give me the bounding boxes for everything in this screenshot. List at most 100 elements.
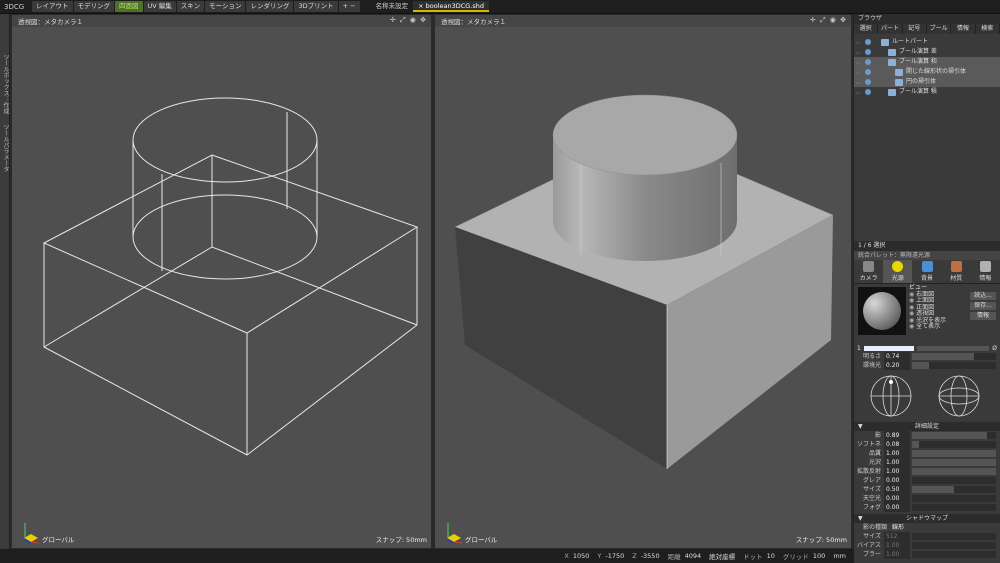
mode-tab-1[interactable]: モデリング (73, 1, 114, 12)
tool-parameter-label[interactable]: ツールパラメータ (1, 124, 10, 172)
snap-label[interactable]: スナップ: 50mm (796, 534, 847, 544)
tree-item[interactable]: ◡ ルートパート (854, 37, 1000, 47)
detail-slider[interactable] (912, 441, 996, 448)
brightness-row[interactable]: 明るさ 0.74 (854, 352, 1000, 361)
detail-row[interactable]: 光沢 1.00 (854, 458, 1000, 467)
render-dot-icon[interactable] (865, 89, 871, 95)
detail-value[interactable]: 1.00 (884, 458, 910, 467)
detail-value[interactable]: 0.00 (884, 476, 910, 485)
shadow-value[interactable]: 1.00 (884, 550, 910, 559)
tree-item[interactable]: ◡ 開じた線形状の掃引体 (854, 67, 1000, 77)
palette-tab-2[interactable]: 背景 (912, 260, 941, 283)
detail-value[interactable]: 0.00 (884, 494, 910, 503)
remove-color-icon[interactable]: Ø (992, 345, 997, 352)
coordinate-mode-label[interactable]: グローバル (42, 534, 74, 544)
palette-tab-4[interactable]: 情報 (971, 260, 1000, 283)
detail-value[interactable]: 1.00 (884, 467, 910, 476)
palette-tab-3[interactable]: 材質 (942, 260, 971, 283)
shadow-row[interactable]: サイズ 512 (854, 532, 1000, 541)
wireframe-viewport[interactable]: 透視図：メタカメラ１ ✛ ⤢ ◉ ✥ グローバル スナップ: 50mm (11, 14, 432, 549)
browser-tab-1[interactable]: パート (878, 24, 903, 34)
detail-row[interactable]: サイズ 0.50 (854, 485, 1000, 494)
light-direction-globe-icon[interactable] (854, 370, 1000, 422)
detail-row[interactable]: 品質 1.00 (854, 449, 1000, 458)
detail-value[interactable]: 1.00 (884, 449, 910, 458)
detail-slider[interactable] (912, 477, 996, 484)
render-dot-icon[interactable] (865, 59, 871, 65)
tree-item[interactable]: ◡ ブール演算 積 (854, 87, 1000, 97)
detail-row[interactable]: グレア 0.00 (854, 476, 1000, 485)
detail-row[interactable]: ソフトネス 0.08 (854, 440, 1000, 457)
load-button[interactable]: 読込... (970, 292, 996, 300)
absolute-coord-toggle[interactable]: 絶対座標 (709, 551, 735, 561)
detail-value[interactable]: 0.00 (884, 503, 910, 512)
mode-tab-5[interactable]: モーション (205, 1, 246, 12)
browser-tab-0[interactable]: 選択 (854, 24, 879, 34)
visibility-eye-icon[interactable]: ◡ (854, 77, 862, 87)
visibility-eye-icon[interactable]: ◡ (854, 37, 862, 47)
detail-slider[interactable] (912, 468, 996, 475)
dot-value[interactable]: 10 (767, 552, 775, 560)
detail-slider[interactable] (912, 432, 996, 439)
snap-label[interactable]: スナップ: 50mm (376, 534, 427, 544)
shadow-row[interactable]: バイアス 1.00 (854, 541, 1000, 550)
detail-value[interactable]: 0.50 (884, 485, 910, 494)
palette-tab-0[interactable]: カメラ (854, 260, 883, 283)
grid-value[interactable]: 100 (813, 552, 825, 560)
brightness-value[interactable]: 0.74 (884, 352, 910, 361)
light-preview[interactable] (858, 287, 906, 335)
browser-tab-2[interactable]: 記号 (903, 24, 927, 34)
mode-tab-0[interactable]: レイアウト (32, 1, 73, 12)
shadow-slider[interactable] (912, 533, 996, 540)
render-dot-icon[interactable] (865, 79, 871, 85)
browser-tab-3[interactable]: ブール (927, 24, 952, 34)
mode-tab-6[interactable]: レンダリング (246, 1, 294, 12)
ambient-row[interactable]: 環境光 0.20 (854, 361, 1000, 370)
detail-value[interactable]: 0.08 (884, 440, 910, 449)
coordinate-mode-label[interactable]: グローバル (465, 534, 497, 544)
visibility-eye-icon[interactable]: ◡ (854, 67, 862, 77)
browser-header[interactable]: ブラウザ (854, 14, 1000, 24)
visibility-eye-icon[interactable]: ◡ (854, 57, 862, 67)
shadow-type-row[interactable]: 影の種類 線形 (854, 523, 1000, 532)
shadow-value[interactable]: 1.00 (884, 541, 910, 550)
detail-row[interactable]: 影 0.89 (854, 431, 1000, 440)
info-button[interactable]: 情報 (970, 312, 996, 320)
detail-slider[interactable] (912, 450, 996, 457)
shadow-map-header[interactable]: ▼ シャドウマップ (854, 514, 1000, 523)
shaded-viewport[interactable]: 透視図：メタカメラ１ ✛ ⤢ ◉ ✥ グローバル スナップ: 50mm (434, 14, 852, 549)
view-option[interactable]: ◉ 全て表示 (909, 323, 946, 331)
visibility-eye-icon[interactable]: ◡ (854, 47, 862, 57)
detail-slider[interactable] (912, 486, 996, 493)
detail-slider[interactable] (912, 459, 996, 466)
render-dot-icon[interactable] (865, 49, 871, 55)
detail-row[interactable]: フォグ 0.00 (854, 503, 1000, 512)
mode-tab-3[interactable]: UV 編集 (143, 1, 176, 12)
document-tab-1[interactable]: × boolean3DCG.shd (413, 1, 489, 12)
visibility-eye-icon[interactable]: ◡ (854, 87, 862, 97)
save-button[interactable]: 保存... (970, 302, 996, 310)
tree-item[interactable]: ◡ ブール演算 和 (854, 57, 1000, 67)
mode-tab-7[interactable]: 3Dプリント (294, 1, 338, 12)
detail-row[interactable]: 拡散反射 1.00 (854, 467, 1000, 476)
mode-tab-2[interactable]: 四面図 (115, 1, 143, 12)
shadow-type-value[interactable]: 線形 (890, 523, 904, 532)
detail-row[interactable]: 天空光 0.00 (854, 494, 1000, 503)
document-tab-0[interactable]: 名称未設定 (371, 1, 414, 12)
detail-slider[interactable] (912, 495, 996, 502)
shadow-row[interactable]: ブラー 1.00 (854, 550, 1000, 559)
tree-item[interactable]: ◡ 円の掃引体 (854, 77, 1000, 87)
render-dot-icon[interactable] (865, 39, 871, 45)
toolbox-label[interactable]: ツールボックス：作成 (1, 54, 10, 114)
mode-tab-4[interactable]: スキン (176, 1, 205, 12)
detail-settings-header[interactable]: ▼ 詳細設定 (854, 422, 1000, 431)
shadow-value[interactable]: 512 (884, 532, 910, 541)
detail-slider[interactable] (912, 504, 996, 511)
render-dot-icon[interactable] (865, 69, 871, 75)
shadow-slider[interactable] (912, 551, 996, 558)
browser-tab-4[interactable]: 情報 (951, 24, 976, 34)
tree-item[interactable]: ◡ ブール演算 差 (854, 47, 1000, 57)
palette-header[interactable]: 統合パレット：無限遠光源 (854, 251, 1000, 260)
browser-tab-5[interactable]: 検索 (976, 24, 1000, 34)
detail-value[interactable]: 0.89 (884, 431, 910, 440)
